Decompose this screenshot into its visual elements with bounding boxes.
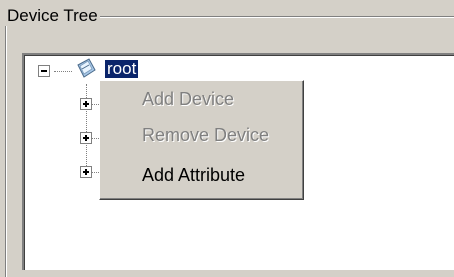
tree-line	[91, 172, 99, 173]
collapse-icon[interactable]	[38, 65, 50, 77]
tree-line	[91, 138, 99, 139]
expand-icon[interactable]	[80, 166, 92, 178]
tree-line	[54, 71, 72, 72]
group-title: Device Tree	[5, 6, 100, 26]
expand-icon[interactable]	[80, 98, 92, 110]
expand-icon[interactable]	[80, 132, 92, 144]
menu-item-remove-device[interactable]: Remove Device	[142, 124, 269, 146]
tree-root-label[interactable]: root	[105, 60, 139, 78]
device-icon	[73, 56, 99, 82]
menu-item-add-attribute[interactable]: Add Attribute	[142, 164, 245, 186]
context-menu: Add Device Remove Device Add Attribute	[99, 80, 304, 200]
menu-item-add-device[interactable]: Add Device	[142, 88, 234, 110]
tree-line	[91, 104, 99, 105]
